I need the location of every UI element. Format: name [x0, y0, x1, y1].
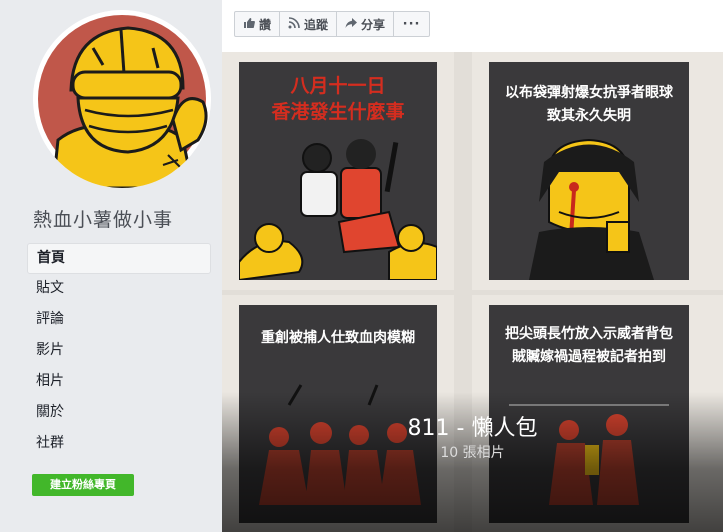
sidebar-item-reviews[interactable]: 評論: [27, 305, 211, 336]
album-photo-count: 10 張相片: [440, 445, 505, 461]
rss-icon: [288, 16, 300, 32]
follow-button[interactable]: 追蹤: [279, 11, 338, 37]
album-tile[interactable]: 八月十一日 香港發生什麼事: [222, 52, 454, 290]
illustration-panel: 八月十一日 香港發生什麼事: [239, 62, 437, 280]
sidebar-item-home[interactable]: 首頁: [27, 243, 211, 274]
avatar-illustration: [33, 10, 211, 188]
sidebar-item-community[interactable]: 社群: [27, 429, 211, 460]
create-page-button[interactable]: 建立粉絲專頁: [32, 474, 134, 496]
follow-label: 追蹤: [304, 17, 329, 32]
sidebar-nav: 首頁 貼文 評論 影片 相片 關於 社群: [27, 243, 211, 460]
sidebar-item-about[interactable]: 關於: [27, 398, 211, 429]
more-options-button[interactable]: ···: [393, 11, 431, 37]
like-label: 讚: [259, 17, 272, 32]
album-title[interactable]: 811 - 懶人包: [222, 410, 723, 442]
police-arrest-illustration: [239, 139, 437, 280]
share-arrow-icon: [345, 17, 358, 32]
share-label: 分享: [361, 17, 386, 32]
illustration-panel: 以布袋彈射爆女抗爭者眼球 致其永久失明: [489, 62, 689, 280]
album-tile[interactable]: 以布袋彈射爆女抗爭者眼球 致其永久失明: [472, 52, 723, 290]
sidebar-item-posts[interactable]: 貼文: [27, 274, 211, 305]
profile-picture[interactable]: [33, 10, 211, 188]
left-sidebar: 熱血小薯做小事 首頁 貼文 評論 影片 相片 關於 社群 建立粉絲專頁: [0, 0, 222, 532]
sidebar-item-photos[interactable]: 相片: [27, 367, 211, 398]
main-content: 讚 追蹤 分享 ··· 八月十一日 香港發生什麼事 以布袋彈射爆女抗爭者眼球 致…: [222, 0, 723, 532]
page-action-bar: 讚 追蹤 分享 ···: [234, 11, 431, 37]
thumbs-up-icon: [243, 17, 255, 32]
share-button[interactable]: 分享: [336, 11, 395, 37]
injured-protester-illustration: [529, 138, 654, 280]
sidebar-item-videos[interactable]: 影片: [27, 336, 211, 367]
page-name[interactable]: 熱血小薯做小事: [33, 205, 173, 232]
like-button[interactable]: 讚: [234, 11, 281, 37]
